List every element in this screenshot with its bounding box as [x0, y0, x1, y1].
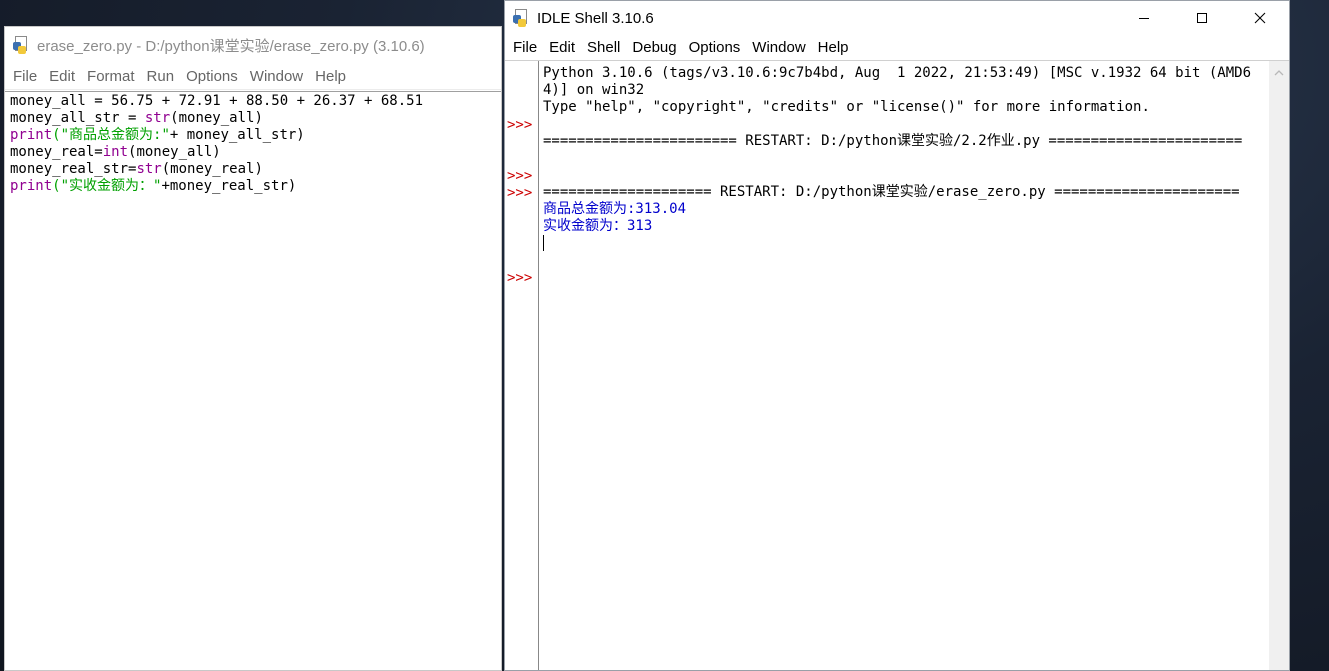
shell-window: IDLE Shell 3.10.6 File Edit Shell Debug … — [504, 0, 1290, 671]
shell-menu-file[interactable]: File — [507, 39, 543, 56]
scroll-up-button[interactable] — [1269, 65, 1289, 79]
shell-menu-options[interactable]: Options — [683, 39, 747, 56]
editor-menu-file[interactable]: File — [7, 68, 43, 85]
minimize-button[interactable] — [1115, 1, 1173, 35]
maximize-icon — [1197, 13, 1207, 23]
editor-titlebar[interactable]: erase_zero.py - D:/python课堂实验/erase_zero… — [5, 27, 501, 63]
shell-output[interactable]: Python 3.10.6 (tags/v3.10.6:9c7b4bd, Aug… — [543, 65, 1266, 252]
maximize-button[interactable] — [1173, 1, 1231, 35]
shell-body: >>> >>> >>> >>> Python 3.10.6 (tags/v3.1… — [505, 60, 1289, 670]
minimize-icon — [1139, 18, 1149, 19]
editor-menu-window[interactable]: Window — [244, 68, 309, 85]
editor-menubar: File Edit Format Run Options Window Help — [5, 63, 501, 90]
code-line: money_real_str=str(money_real) — [10, 161, 263, 177]
editor-menu-run[interactable]: Run — [141, 68, 181, 85]
shell-menu-edit[interactable]: Edit — [543, 39, 581, 56]
code-line: money_all_str = str(money_all) — [10, 110, 263, 126]
code-line: print("实收金额为："+money_real_str) — [10, 178, 297, 194]
shell-output-line: 商品总金额为:313.04 — [543, 201, 687, 217]
code-line: money_real=int(money_all) — [10, 144, 221, 160]
editor-menu-edit[interactable]: Edit — [43, 68, 81, 85]
vertical-scrollbar[interactable] — [1269, 61, 1289, 670]
shell-prompt: >>> — [507, 185, 533, 201]
shell-prompt: >>> — [507, 117, 533, 133]
code-line: print("商品总金额为:"+ money_all_str) — [10, 127, 305, 143]
window-controls — [1115, 1, 1289, 35]
editor-window-title: erase_zero.py - D:/python课堂实验/erase_zero… — [37, 37, 425, 55]
restart-line: ======================= RESTART: D:/pyth… — [543, 133, 1243, 149]
close-icon — [1254, 12, 1266, 24]
shell-menu-shell[interactable]: Shell — [581, 39, 626, 56]
close-button[interactable] — [1231, 1, 1289, 35]
python-file-icon — [13, 36, 29, 54]
shell-output-line: 实收金额为：313 — [543, 218, 653, 234]
code-editor[interactable]: money_all = 56.75 + 72.91 + 88.50 + 26.3… — [5, 91, 501, 670]
shell-prompt: >>> — [507, 168, 533, 184]
editor-menu-format[interactable]: Format — [81, 68, 141, 85]
editor-window: erase_zero.py - D:/python课堂实验/erase_zero… — [4, 26, 502, 671]
code-line: money_all = 56.75 + 72.91 + 88.50 + 26.3… — [10, 93, 424, 109]
prompt-sidebar: >>> >>> >>> >>> — [505, 61, 539, 670]
editor-menu-options[interactable]: Options — [180, 68, 244, 85]
text-cursor — [543, 235, 544, 251]
editor-menu-help[interactable]: Help — [309, 68, 352, 85]
shell-menubar: File Edit Shell Debug Options Window Hel… — [505, 35, 1289, 60]
shell-titlebar[interactable]: IDLE Shell 3.10.6 — [505, 1, 1289, 35]
shell-menu-debug[interactable]: Debug — [626, 39, 682, 56]
chevron-up-icon — [1274, 69, 1284, 75]
python-shell-icon — [513, 9, 529, 27]
shell-menu-window[interactable]: Window — [746, 39, 811, 56]
shell-window-title: IDLE Shell 3.10.6 — [537, 9, 654, 27]
shell-banner: Python 3.10.6 (tags/v3.10.6:9c7b4bd, Aug… — [543, 65, 1252, 115]
restart-line: ==================== RESTART: D:/python课… — [543, 184, 1240, 200]
input-line[interactable] — [543, 235, 1266, 252]
shell-prompt: >>> — [507, 270, 533, 286]
shell-menu-help[interactable]: Help — [812, 39, 855, 56]
